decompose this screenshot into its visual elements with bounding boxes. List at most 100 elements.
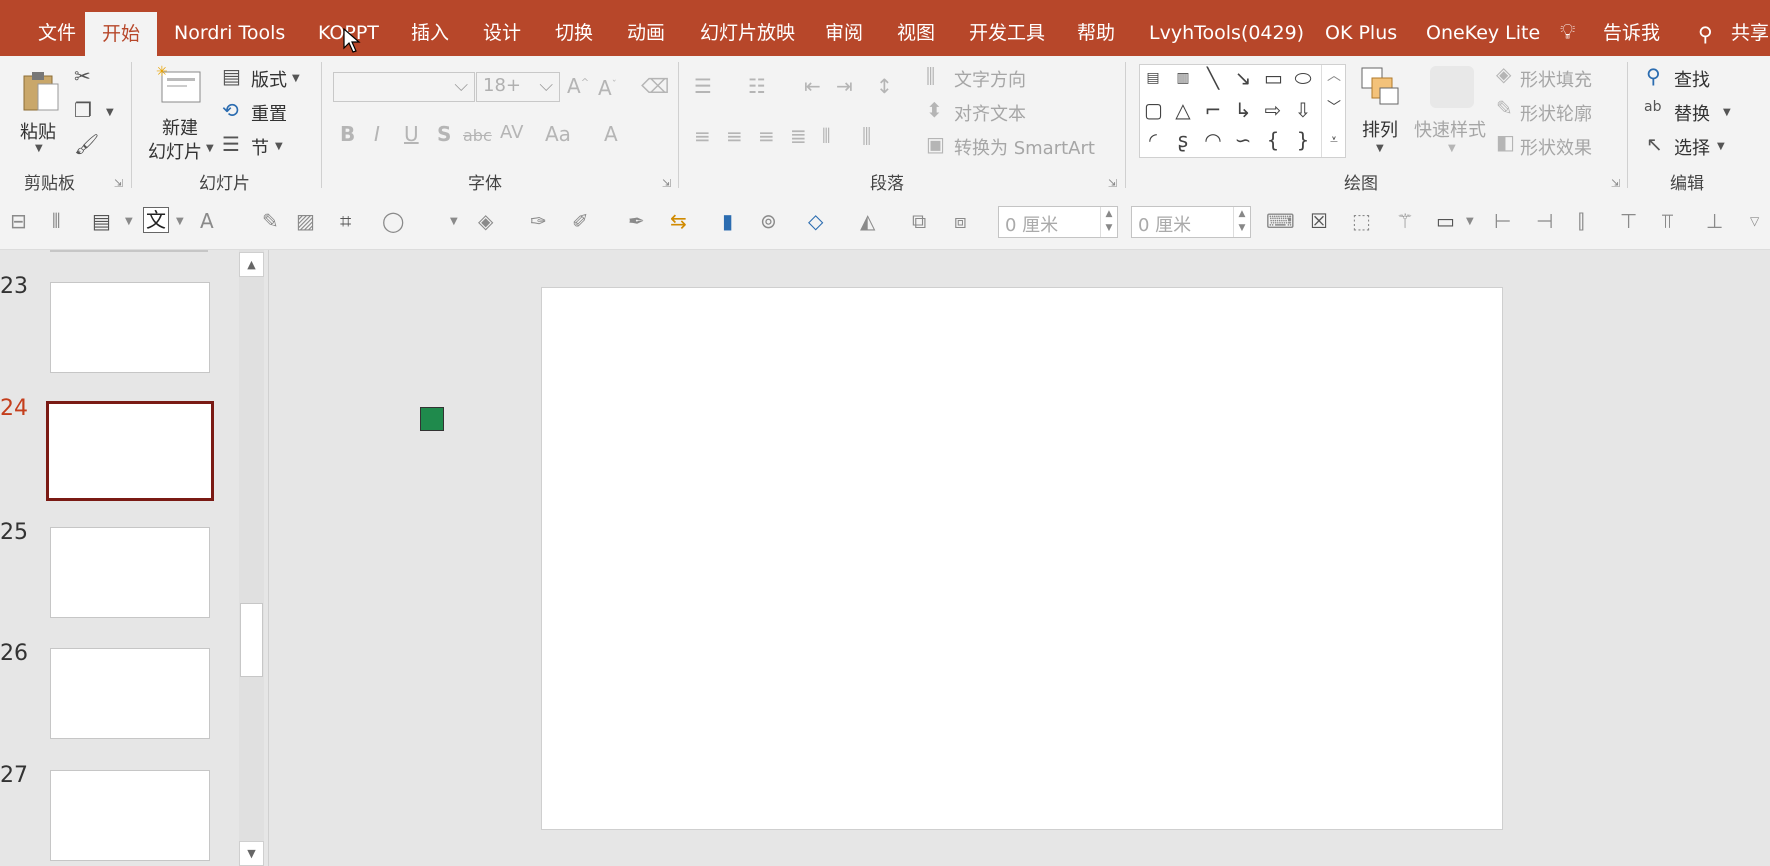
chevron-down-icon[interactable]: ▼ bbox=[176, 217, 184, 227]
new-slide-dropdown-arrow[interactable]: ▼ bbox=[206, 144, 214, 154]
scroll-down-icon[interactable]: ▼ bbox=[239, 841, 264, 866]
select-button[interactable]: 选择 bbox=[1674, 134, 1710, 160]
arrow-line-icon[interactable]: ↘ bbox=[1234, 68, 1252, 88]
rounded-rectangle-icon[interactable]: ▢ bbox=[1144, 100, 1163, 120]
paint-bucket-icon[interactable]: ◈ bbox=[1496, 64, 1511, 84]
spinner-icon[interactable]: ▲ ▼ bbox=[1100, 207, 1117, 237]
tab-help[interactable]: 帮助 bbox=[1060, 0, 1132, 56]
layout-button[interactable]: 版式 bbox=[251, 66, 287, 92]
circle-icon[interactable]: ◯ bbox=[382, 211, 404, 231]
shapes-gallery[interactable]: ▤ ▥ ╲ ↘ ▭ ⬭ ▢ △ ⌐ ↳ ⇨ ⇩ ◜ ʂ ◠ ∽ { } ︿ ﹀ … bbox=[1139, 64, 1346, 158]
arrange-icon[interactable] bbox=[1360, 66, 1402, 108]
share-button[interactable]: 共享 bbox=[1714, 0, 1770, 56]
bring-forward-icon[interactable]: ⧉ bbox=[912, 211, 926, 231]
clipboard-launcher-icon[interactable]: ⇲ bbox=[114, 177, 123, 190]
eyedropper-icon[interactable]: ✑ bbox=[530, 211, 547, 231]
align-left-icon[interactable]: ≡ bbox=[694, 126, 711, 146]
quick-styles-icon[interactable] bbox=[1430, 66, 1474, 108]
vertical-textbox-icon[interactable]: ▥ bbox=[1174, 69, 1192, 87]
replace-dropdown-arrow[interactable]: ▼ bbox=[1723, 108, 1731, 118]
tab-home[interactable]: 开始 bbox=[85, 12, 158, 56]
change-case-button[interactable]: Aa bbox=[545, 124, 571, 144]
crop-icon[interactable]: ⌗ bbox=[340, 211, 351, 231]
slide-thumbnail-27[interactable] bbox=[50, 770, 210, 861]
slide-thumbnail-24[interactable] bbox=[46, 401, 214, 501]
oval-icon[interactable]: ⬭ bbox=[1294, 68, 1312, 88]
search-icon[interactable]: ⚲ bbox=[1646, 66, 1661, 86]
keyboard-icon[interactable]: ⌨ bbox=[1266, 211, 1295, 231]
slide-canvas[interactable] bbox=[541, 287, 1503, 830]
triangle-icon[interactable]: △ bbox=[1174, 100, 1192, 120]
distribute-icon[interactable]: ⫴ bbox=[52, 211, 60, 231]
tab-design[interactable]: 设计 bbox=[466, 0, 538, 56]
font-launcher-icon[interactable]: ⇲ bbox=[662, 177, 671, 190]
character-spacing-button[interactable]: AV bbox=[500, 124, 523, 142]
fill-color-icon[interactable] bbox=[420, 407, 444, 431]
tab-insert[interactable]: 插入 bbox=[394, 0, 466, 56]
layout-icon[interactable]: ▤ bbox=[222, 66, 241, 86]
align-right-icon[interactable]: ≡ bbox=[758, 126, 775, 146]
chevron-down-icon[interactable]: ▼ bbox=[450, 217, 458, 227]
eyedropper-icon[interactable]: ✎ bbox=[262, 211, 279, 231]
find-button[interactable]: 查找 bbox=[1674, 66, 1710, 92]
close-icon[interactable]: ☒ bbox=[1310, 211, 1328, 231]
new-slide-button[interactable]: ✳ bbox=[156, 64, 204, 108]
elbow-connector-icon[interactable]: ⌐ bbox=[1204, 100, 1222, 120]
convert-smartart-button[interactable]: 转换为 SmartArt bbox=[954, 134, 1095, 160]
justify-icon[interactable]: ≣ bbox=[790, 126, 807, 146]
slide-thumbnail-23[interactable] bbox=[50, 282, 210, 373]
paragraph-launcher-icon[interactable]: ⇲ bbox=[1108, 177, 1117, 190]
align-right-icon[interactable]: ⊣ bbox=[1536, 211, 1553, 231]
font-a-icon[interactable]: A bbox=[200, 211, 214, 231]
quick-styles-button[interactable]: 快速样式 bbox=[1414, 116, 1486, 142]
bullets-icon[interactable]: ☰ bbox=[694, 76, 712, 96]
tab-onekey-lite[interactable]: OneKey Lite bbox=[1409, 0, 1557, 56]
gallery-expand-icon[interactable]: ⩡ bbox=[1325, 131, 1343, 149]
align-top-icon[interactable]: ⊤ bbox=[1620, 211, 1637, 231]
tab-ok-plus[interactable]: OK Plus bbox=[1308, 0, 1414, 56]
increase-indent-icon[interactable]: ⇥ bbox=[836, 76, 853, 96]
italic-button[interactable]: I bbox=[374, 124, 380, 144]
textbox-icon[interactable]: ▤ bbox=[92, 211, 111, 231]
paint-bucket-icon[interactable]: ◈ bbox=[478, 211, 493, 231]
cut-icon[interactable]: ✂ bbox=[74, 66, 91, 86]
strikethrough-button[interactable]: abc bbox=[463, 128, 492, 144]
shape-effects-button[interactable]: 形状效果 bbox=[1520, 134, 1592, 160]
picture-icon[interactable]: ▨ bbox=[296, 211, 315, 231]
format-icon[interactable]: ⇆ bbox=[670, 211, 687, 231]
frame-icon[interactable]: ▭ bbox=[1436, 211, 1455, 231]
left-brace-icon[interactable]: { bbox=[1264, 130, 1282, 150]
format-painter-icon[interactable]: 🖌︎ bbox=[74, 134, 99, 154]
chevron-up-icon[interactable]: ︿ bbox=[1325, 67, 1343, 85]
align-vertical-icon[interactable]: ⫪ bbox=[1662, 211, 1673, 231]
outline-icon[interactable]: ✐ bbox=[572, 211, 589, 231]
text-direction-button[interactable]: 文字方向 bbox=[954, 66, 1026, 92]
textbox-icon[interactable]: ▤ bbox=[1144, 69, 1162, 87]
arc-icon[interactable]: ◠ bbox=[1204, 130, 1222, 150]
spinner-icon[interactable]: ▲ ▼ bbox=[1233, 207, 1250, 237]
tab-transitions[interactable]: 切换 bbox=[538, 0, 610, 56]
width-input[interactable]: 0 厘米 ▲ ▼ bbox=[998, 206, 1118, 238]
tab-slideshow[interactable]: 幻灯片放映 bbox=[683, 0, 812, 56]
line-spacing-icon[interactable]: ↕ bbox=[876, 76, 893, 96]
align-center-icon[interactable]: ≡ bbox=[726, 126, 743, 146]
font-color-button[interactable]: A bbox=[604, 124, 618, 144]
select-cursor-icon[interactable]: ↖ bbox=[1646, 134, 1663, 154]
section-button[interactable]: 节 bbox=[251, 134, 269, 160]
merge-shapes-icon[interactable]: ⊚ bbox=[760, 211, 777, 231]
magic-wand-icon[interactable]: ⚚ bbox=[1396, 211, 1414, 231]
reset-icon[interactable]: ⟲ bbox=[222, 100, 239, 120]
scroll-thumb[interactable] bbox=[240, 603, 263, 677]
align-middle-icon[interactable]: ⫿ bbox=[1578, 211, 1584, 231]
right-brace-icon[interactable]: } bbox=[1294, 130, 1312, 150]
tab-developer[interactable]: 开发工具 bbox=[952, 0, 1062, 56]
distributed-icon[interactable]: ⫴ bbox=[822, 126, 830, 146]
tab-file[interactable]: 文件 bbox=[21, 0, 93, 56]
slide-thumbnail-26[interactable] bbox=[50, 648, 210, 739]
right-arrow-icon[interactable]: ⇨ bbox=[1264, 100, 1282, 120]
flip-icon[interactable]: ◭ bbox=[860, 211, 875, 231]
selection-icon[interactable]: ⬚ bbox=[1352, 211, 1371, 231]
height-input[interactable]: 0 厘米 ▲ ▼ bbox=[1131, 206, 1251, 238]
clear-formatting-icon[interactable]: ⌫ bbox=[641, 76, 669, 96]
select-dropdown-arrow[interactable]: ▼ bbox=[1717, 142, 1725, 152]
